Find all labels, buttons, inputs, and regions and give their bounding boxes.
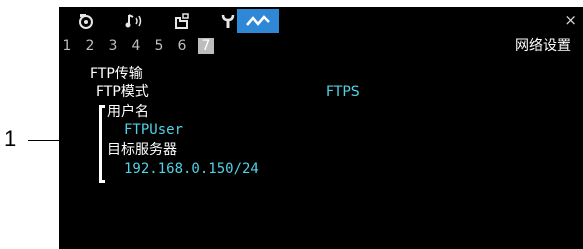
camera-icon	[79, 14, 93, 29]
page-2[interactable]: 2	[82, 38, 98, 54]
audio-icon	[125, 14, 142, 28]
camera-menu-screen: × 1 2 3 4 5 6 7 网络设置 FTP传输 FTP模式 FTPS 用户…	[59, 7, 583, 249]
page-7[interactable]: 7	[198, 38, 214, 54]
callout-bracket	[99, 105, 105, 183]
menu-tab-bar: ×	[59, 7, 583, 34]
username-value[interactable]: FTPUser	[124, 121, 183, 139]
network-wave-icon	[246, 15, 270, 26]
username-label[interactable]: 用户名	[107, 103, 149, 121]
media-card-icon	[175, 13, 189, 29]
ftp-mode-label[interactable]: FTP模式	[96, 83, 149, 101]
ftp-section-label: FTP传输	[90, 66, 143, 82]
media-card-tab[interactable]	[165, 9, 199, 33]
page-6[interactable]: 6	[174, 38, 190, 54]
destination-server-label[interactable]: 目标服务器	[107, 141, 177, 159]
page-selector: 1 2 3 4 5 6 7 网络设置	[59, 37, 583, 55]
page-5[interactable]: 5	[151, 38, 167, 54]
destination-server-value[interactable]: 192.168.0.150/24	[124, 160, 259, 178]
callout-number: 1	[4, 126, 17, 151]
page-title: 网络设置	[515, 38, 571, 54]
audio-tab[interactable]	[117, 9, 151, 33]
page-4[interactable]: 4	[128, 38, 144, 54]
ftp-mode-value[interactable]: FTPS	[326, 83, 360, 101]
close-icon[interactable]: ×	[564, 10, 577, 30]
wrench-icon	[221, 14, 235, 28]
page-3[interactable]: 3	[105, 38, 121, 54]
network-tab[interactable]	[237, 9, 279, 33]
page-1[interactable]: 1	[59, 38, 75, 54]
camera-tab[interactable]	[69, 9, 103, 33]
